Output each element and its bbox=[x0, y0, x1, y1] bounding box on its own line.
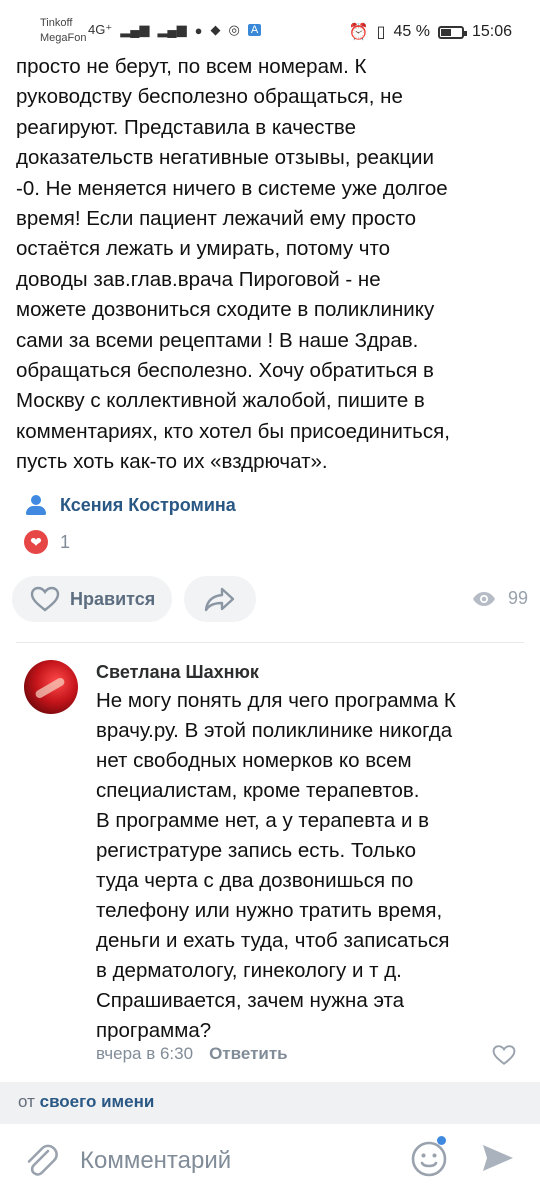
heart-outline-icon bbox=[492, 1045, 516, 1066]
views-counter: 99 bbox=[472, 588, 528, 609]
message-icon: ● bbox=[194, 22, 203, 38]
smiley-icon bbox=[411, 1141, 447, 1177]
app-badge: A bbox=[247, 24, 262, 36]
heart-reaction-icon: ❤ bbox=[24, 530, 48, 554]
instagram-icon: ◎ bbox=[228, 22, 240, 37]
comment-composer bbox=[0, 1124, 540, 1194]
comment-like-button[interactable] bbox=[492, 1044, 516, 1071]
comment-input[interactable] bbox=[78, 1140, 402, 1182]
vibrate-icon: ▯ bbox=[376, 24, 386, 41]
share-button[interactable] bbox=[184, 576, 256, 622]
heart-outline-icon bbox=[30, 586, 60, 612]
clock: 15:06 bbox=[471, 23, 512, 40]
battery-icon bbox=[437, 25, 467, 39]
network-type: 4G⁺ bbox=[88, 22, 113, 37]
send-icon bbox=[483, 1145, 513, 1171]
views-count: 99 bbox=[507, 588, 528, 608]
post-author[interactable]: Ксения Костромина bbox=[26, 494, 236, 516]
attach-button[interactable] bbox=[24, 1142, 58, 1183]
reaction-count: 1 bbox=[60, 531, 71, 552]
eye-icon bbox=[472, 591, 495, 606]
like-button[interactable]: Нравится bbox=[12, 576, 172, 622]
signal-icon-2: ▂▄▆ bbox=[157, 22, 187, 37]
status-icons-right: ⏰ ▯ 45 % 15:06 bbox=[349, 22, 512, 42]
paperclip-icon bbox=[27, 1144, 58, 1176]
notification-icon: ◆ bbox=[210, 22, 221, 37]
carrier-info: Tinkoff MegaFon bbox=[40, 16, 86, 46]
reactions[interactable]: ❤ 1 bbox=[24, 530, 70, 554]
post-as-text: от своего имени bbox=[18, 1092, 154, 1112]
reply-button[interactable]: Ответить bbox=[209, 1044, 288, 1064]
post-text: просто не берут, по всем номерам. К руко… bbox=[16, 55, 450, 474]
like-label: Нравится bbox=[70, 588, 156, 609]
divider bbox=[16, 642, 524, 643]
comment-author[interactable]: Светлана Шахнюк bbox=[96, 662, 259, 683]
share-icon bbox=[204, 587, 235, 612]
person-icon bbox=[26, 494, 46, 516]
avatar[interactable] bbox=[24, 660, 78, 714]
post-as-link[interactable]: своего имени bbox=[40, 1092, 155, 1111]
post-actions: Нравится 99 bbox=[12, 576, 528, 624]
post-author-name[interactable]: Ксения Костромина bbox=[60, 495, 236, 516]
comment-text: Не могу понять для чего программа К врач… bbox=[96, 689, 456, 1042]
new-indicator-dot bbox=[437, 1136, 446, 1145]
post-as-prefix: от bbox=[18, 1092, 35, 1111]
post-as-bar: от своего имени bbox=[0, 1082, 540, 1124]
status-bar: Tinkoff MegaFon 4G⁺ ▂▄▆ ▂▄▆ ● ◆ ◎ A ⏰ ▯ … bbox=[0, 0, 540, 56]
comment-meta: вчера в 6:30 Ответить bbox=[96, 1044, 288, 1064]
alarm-icon: ⏰ bbox=[348, 24, 369, 41]
carrier-name-2: MegaFon bbox=[40, 32, 87, 44]
status-icons-left: 4G⁺ ▂▄▆ ▂▄▆ ● ◆ ◎ A bbox=[88, 22, 262, 38]
emoji-button[interactable] bbox=[410, 1140, 448, 1183]
battery-percent: 45 % bbox=[393, 23, 430, 40]
send-button[interactable] bbox=[480, 1142, 516, 1179]
signal-icon: ▂▄▆ bbox=[120, 22, 150, 37]
carrier-name-1: Tinkoff bbox=[40, 17, 73, 29]
comment-time: вчера в 6:30 bbox=[96, 1044, 194, 1063]
